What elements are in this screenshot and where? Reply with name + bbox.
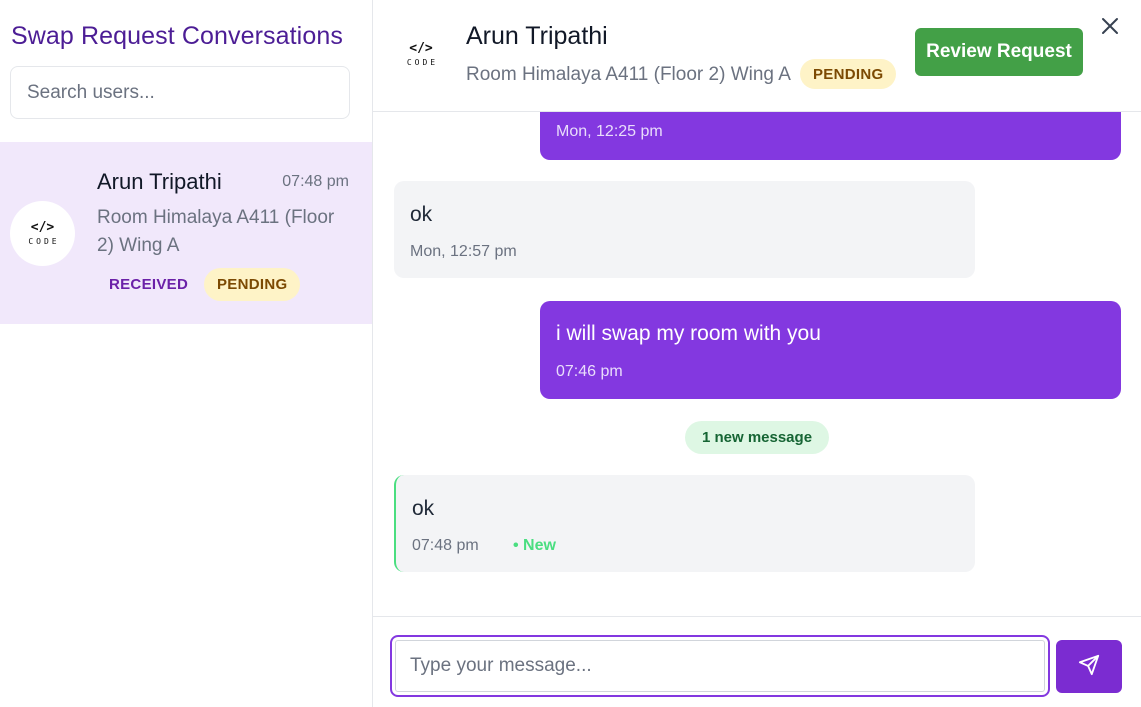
message-input[interactable] bbox=[390, 635, 1050, 697]
message-time: 07:48 pm bbox=[412, 537, 479, 554]
chat-contact-room: Room Himalaya A411 (Floor 2) Wing A bbox=[466, 64, 791, 85]
sidebar-title: Swap Request Conversations bbox=[11, 22, 343, 50]
new-message-pill[interactable]: 1 new message bbox=[685, 421, 829, 454]
new-label: • New bbox=[513, 537, 556, 554]
message-time: Mon, 12:57 pm bbox=[410, 243, 517, 260]
send-button[interactable] bbox=[1056, 640, 1122, 693]
conversation-time: 07:48 pm bbox=[282, 173, 349, 190]
close-icon[interactable] bbox=[1100, 16, 1120, 36]
avatar: </> CODE bbox=[10, 201, 75, 266]
message-outgoing: Mon, 12:25 pm bbox=[540, 112, 1121, 160]
code-logo-icon: </> bbox=[409, 40, 433, 56]
conversation-name: Arun Tripathi bbox=[97, 169, 222, 194]
avatar: </> CODE bbox=[395, 28, 447, 80]
message-outgoing: i will swap my room with you 07:46 pm bbox=[540, 301, 1121, 399]
code-logo-icon: </> bbox=[30, 220, 55, 235]
conversations-sidebar: Swap Request Conversations Arun Tripathi… bbox=[0, 0, 373, 707]
code-logo-text: CODE bbox=[406, 57, 439, 67]
chat-contact-name: Arun Tripathi bbox=[466, 22, 608, 50]
message-list[interactable]: Mon, 12:25 pm ok Mon, 12:57 pm i will sw… bbox=[373, 112, 1141, 616]
composer bbox=[373, 616, 1141, 707]
chat-panel: </> CODE Arun Tripathi Room Himalaya A41… bbox=[373, 0, 1141, 707]
status-badge: PENDING bbox=[800, 59, 897, 89]
chat-header: </> CODE Arun Tripathi Room Himalaya A41… bbox=[373, 0, 1141, 112]
message-incoming: ok Mon, 12:57 pm bbox=[394, 181, 975, 278]
code-logo-text: CODE bbox=[28, 237, 60, 246]
status-badge: PENDING bbox=[204, 268, 301, 301]
received-badge: RECEIVED bbox=[109, 276, 189, 293]
message-text: ok bbox=[412, 497, 435, 520]
message-incoming-new: ok 07:48 pm • New bbox=[394, 475, 975, 572]
search-input[interactable] bbox=[10, 66, 350, 119]
message-text: ok bbox=[410, 203, 433, 226]
send-icon bbox=[1078, 654, 1100, 679]
message-time: Mon, 12:25 pm bbox=[556, 123, 663, 140]
message-text: i will swap my room with you bbox=[556, 322, 821, 345]
review-request-button[interactable]: Review Request bbox=[915, 28, 1083, 76]
conversation-room: Room Himalaya A411 (Floor 2) Wing A bbox=[97, 207, 335, 256]
message-time: 07:46 pm bbox=[556, 363, 623, 380]
